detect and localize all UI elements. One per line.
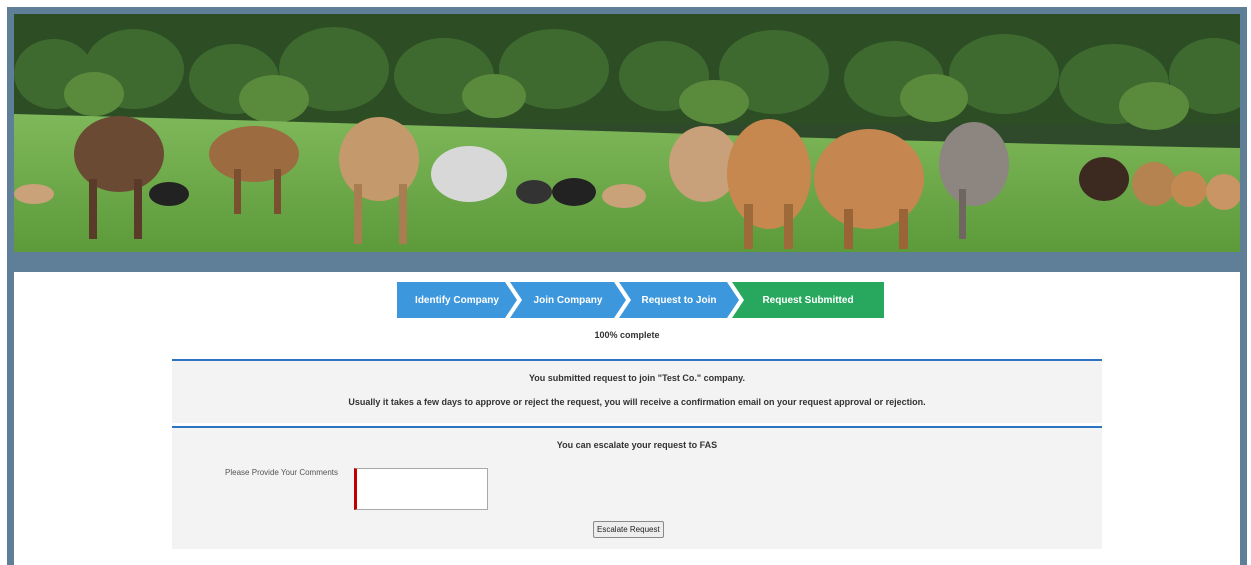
cows-pasture-illustration (14, 14, 1240, 252)
banner-image (14, 14, 1240, 252)
escalation-panel: You can escalate your request to FAS Ple… (172, 426, 1102, 549)
comments-textarea[interactable] (354, 468, 488, 510)
step-identify-company[interactable]: Identify Company (397, 282, 517, 318)
escalation-heading: You can escalate your request to FAS (556, 440, 718, 450)
progress-steps: Identify Company Join Company Request to… (397, 282, 897, 318)
main-content: Identify Company Join Company Request to… (14, 272, 1240, 565)
step-label: Request Submitted (762, 294, 854, 306)
step-request-to-join[interactable]: Request to Join (619, 282, 739, 318)
approval-info-message: Usually it takes a few days to approve o… (348, 397, 926, 407)
escalate-request-button[interactable]: Escalate Request (593, 521, 664, 538)
page-frame: Identify Company Join Company Request to… (7, 7, 1247, 565)
step-label: Identify Company (415, 294, 499, 306)
progress-text: 100% complete (594, 330, 660, 340)
step-label: Join Company (533, 294, 603, 306)
confirmation-panel: You submitted request to join "Test Co."… (172, 359, 1102, 423)
step-label: Request to Join (641, 294, 717, 306)
comments-label: Please Provide Your Comments (225, 468, 338, 477)
confirmation-message: You submitted request to join "Test Co."… (528, 373, 746, 383)
step-join-company[interactable]: Join Company (510, 282, 626, 318)
step-request-submitted[interactable]: Request Submitted (732, 282, 884, 318)
